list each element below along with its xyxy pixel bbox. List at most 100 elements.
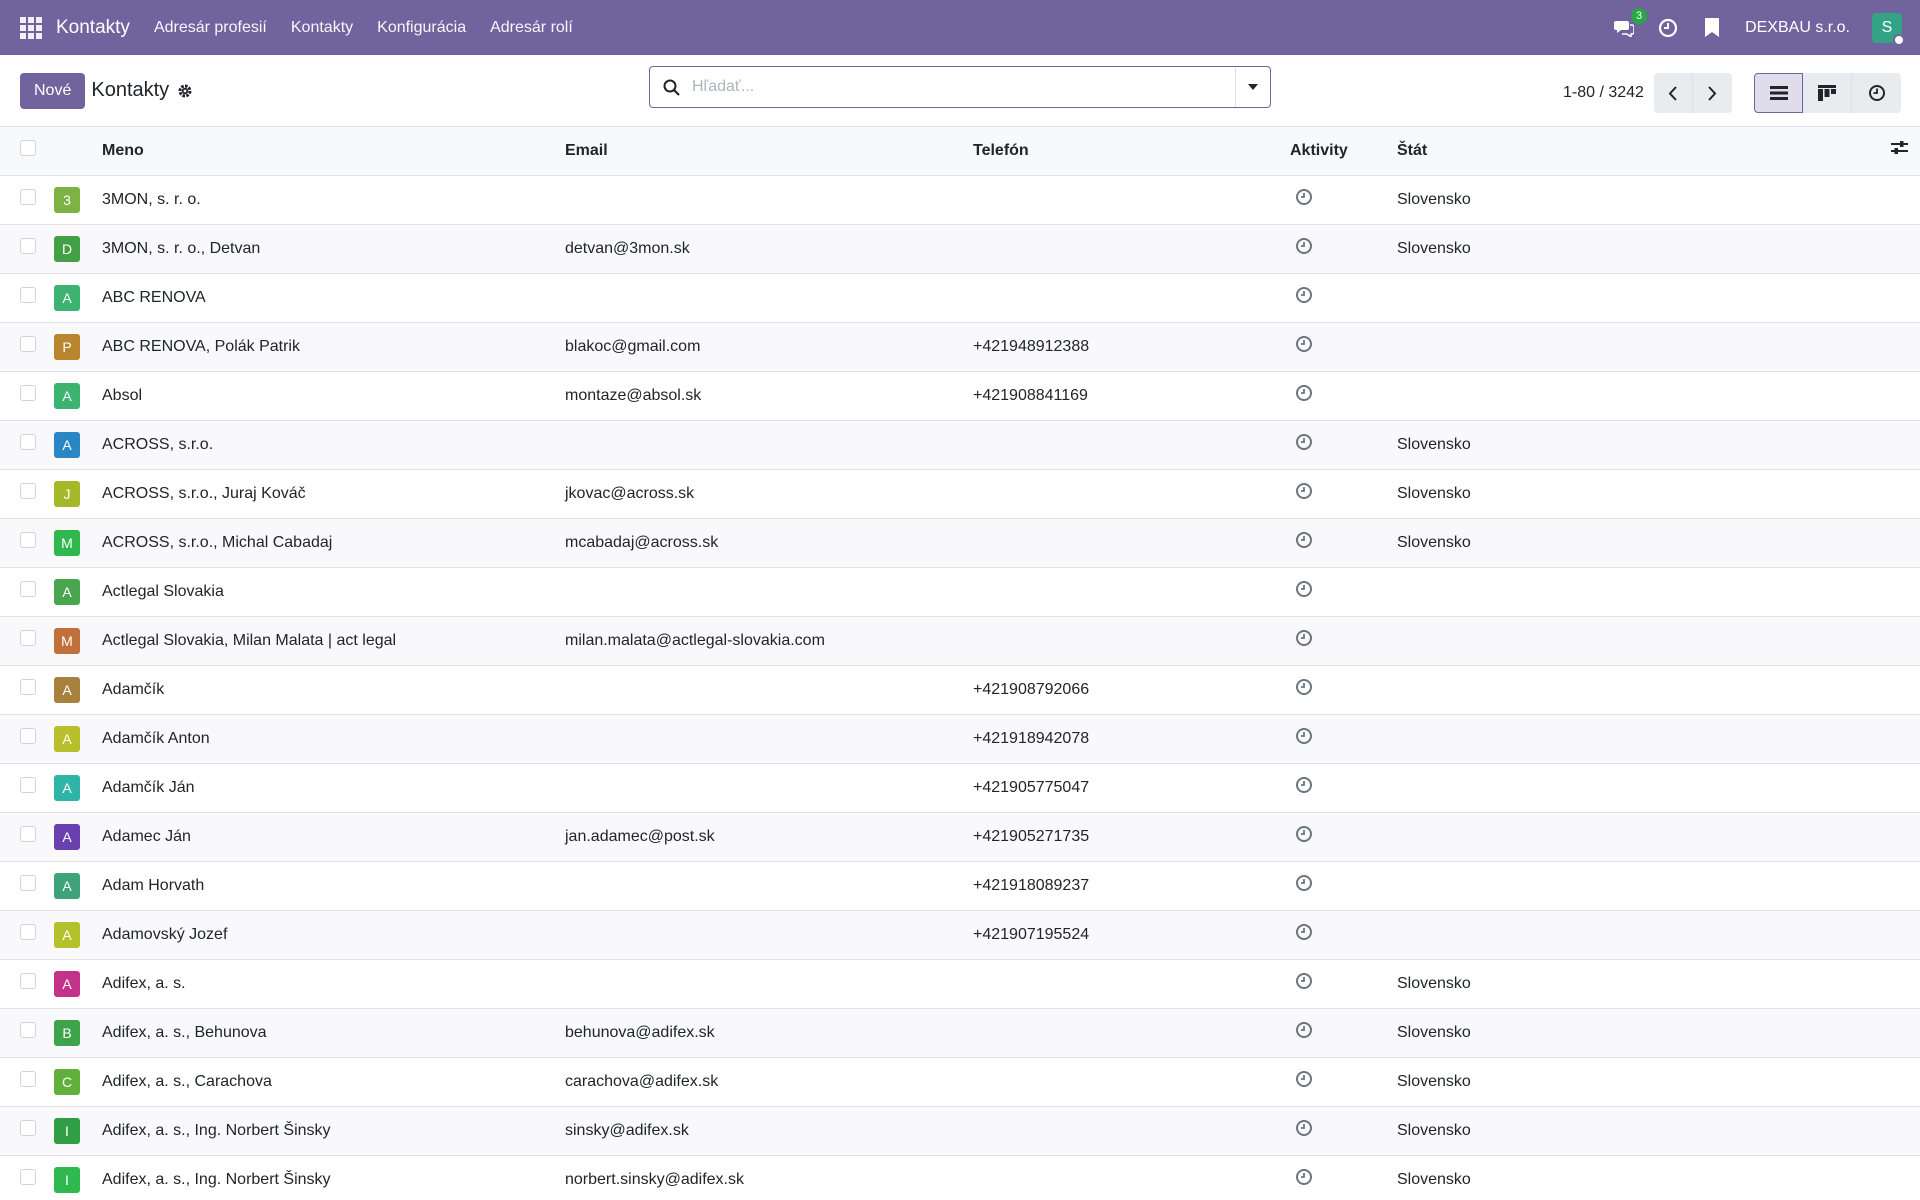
row-checkbox[interactable] <box>20 336 36 352</box>
bookmark-button[interactable] <box>1701 17 1723 39</box>
row-checkbox[interactable] <box>20 483 36 499</box>
cell-email[interactable] <box>565 910 973 959</box>
user-avatar[interactable]: S <box>1872 12 1905 46</box>
pager-next-button[interactable] <box>1692 73 1732 113</box>
cell-name[interactable]: Adamec Ján <box>100 812 565 861</box>
menu-konfiguracia[interactable]: Konfigurácia <box>377 19 466 37</box>
clock-icon[interactable] <box>1295 531 1313 554</box>
row-checkbox[interactable] <box>20 434 36 450</box>
clock-icon[interactable] <box>1295 433 1313 456</box>
cell-country[interactable]: Slovensko <box>1397 175 1880 224</box>
row-checkbox[interactable] <box>20 532 36 548</box>
clock-icon[interactable] <box>1295 237 1313 260</box>
cell-name[interactable]: ACROSS, s.r.o., Michal Cabadaj <box>100 518 565 567</box>
table-row[interactable]: J ACROSS, s.r.o., Juraj Kováč jkovac@acros… <box>0 469 1920 518</box>
cell-email[interactable] <box>565 714 973 763</box>
row-checkbox[interactable] <box>20 924 36 940</box>
clock-icon[interactable] <box>1295 727 1313 750</box>
cell-email[interactable]: sinsky@adifex.sk <box>565 1106 973 1155</box>
new-button[interactable]: Nové <box>20 72 86 109</box>
cell-name[interactable]: Adamčík Ján <box>100 763 565 812</box>
row-checkbox[interactable] <box>20 287 36 303</box>
cell-country[interactable]: Slovensko <box>1397 1106 1880 1155</box>
cell-phone[interactable]: +421907195524 <box>973 910 1290 959</box>
cell-email[interactable]: jkovac@across.sk <box>565 469 973 518</box>
cell-country[interactable] <box>1397 616 1880 665</box>
table-row[interactable]: A Adifex, a. s. Slovensko <box>0 959 1920 1008</box>
clock-icon[interactable] <box>1295 923 1313 946</box>
menu-adresar-profesii[interactable]: Adresár profesií <box>154 19 267 37</box>
row-checkbox[interactable] <box>20 679 36 695</box>
row-checkbox[interactable] <box>20 826 36 842</box>
clock-icon[interactable] <box>1295 1168 1313 1191</box>
table-row[interactable]: M Actlegal Slovakia, Milan Malata | act l… <box>0 616 1920 665</box>
row-checkbox[interactable] <box>20 385 36 401</box>
cell-phone[interactable] <box>973 420 1290 469</box>
table-row[interactable]: A Adamčík Anton +421918942078 <box>0 714 1920 763</box>
cell-phone[interactable] <box>973 616 1290 665</box>
row-checkbox[interactable] <box>20 777 36 793</box>
cell-country[interactable] <box>1397 371 1880 420</box>
clock-icon[interactable] <box>1295 335 1313 358</box>
gear-icon[interactable] <box>177 83 193 99</box>
cell-country[interactable] <box>1397 812 1880 861</box>
cell-email[interactable] <box>565 567 973 616</box>
apps-grid-icon[interactable] <box>20 16 42 39</box>
cell-country[interactable] <box>1397 567 1880 616</box>
cell-name[interactable]: ABC RENOVA <box>100 273 565 322</box>
cell-phone[interactable] <box>973 224 1290 273</box>
cell-country[interactable] <box>1397 861 1880 910</box>
clock-icon[interactable] <box>1295 1070 1313 1093</box>
pager-value[interactable]: 1-80 / 3242 <box>1563 84 1644 102</box>
clock-icon[interactable] <box>1295 188 1313 211</box>
cell-country[interactable]: Slovensko <box>1397 420 1880 469</box>
activity-view-button[interactable] <box>1852 73 1901 113</box>
pager-previous-button[interactable] <box>1653 73 1693 113</box>
cell-phone[interactable] <box>973 175 1290 224</box>
cell-country[interactable] <box>1397 322 1880 371</box>
cell-phone[interactable] <box>973 1008 1290 1057</box>
list-view-button[interactable] <box>1754 73 1803 113</box>
clock-icon[interactable] <box>1295 825 1313 848</box>
column-header-activities[interactable]: Aktivity <box>1290 127 1397 175</box>
cell-email[interactable]: detvan@3mon.sk <box>565 224 973 273</box>
cell-name[interactable]: Adifex, a. s., Carachova <box>100 1057 565 1106</box>
menu-kontakty[interactable]: Kontakty <box>291 19 353 37</box>
cell-country[interactable]: Slovensko <box>1397 1155 1880 1200</box>
table-row[interactable]: 3 3MON, s. r. o. Slovensko <box>0 175 1920 224</box>
cell-country[interactable] <box>1397 273 1880 322</box>
cell-email[interactable]: norbert.sinsky@adifex.sk <box>565 1155 973 1200</box>
clock-icon[interactable] <box>1295 384 1313 407</box>
cell-phone[interactable] <box>973 469 1290 518</box>
cell-name[interactable]: Adifex, a. s., Ing. Norbert Šinsky <box>100 1106 565 1155</box>
cell-phone[interactable]: +421918089237 <box>973 861 1290 910</box>
cell-country[interactable] <box>1397 665 1880 714</box>
cell-email[interactable]: jan.adamec@post.sk <box>565 812 973 861</box>
cell-phone[interactable] <box>973 1155 1290 1200</box>
column-header-country[interactable]: Štát <box>1397 127 1880 175</box>
cell-email[interactable]: mcabadaj@across.sk <box>565 518 973 567</box>
table-row[interactable]: A Actlegal Slovakia <box>0 567 1920 616</box>
table-row[interactable]: A Adamčík +421908792066 <box>0 665 1920 714</box>
row-checkbox[interactable] <box>20 728 36 744</box>
messages-button[interactable]: 3 <box>1613 7 1648 39</box>
cell-phone[interactable]: +421908792066 <box>973 665 1290 714</box>
activities-button[interactable] <box>1657 17 1679 39</box>
cell-email[interactable]: behunova@adifex.sk <box>565 1008 973 1057</box>
search-options-toggle[interactable] <box>1235 67 1270 107</box>
search-icon[interactable] <box>650 67 692 107</box>
row-checkbox[interactable] <box>20 1169 36 1185</box>
clock-icon[interactable] <box>1295 776 1313 799</box>
row-checkbox[interactable] <box>20 1120 36 1136</box>
cell-country[interactable] <box>1397 910 1880 959</box>
table-row[interactable]: A Absol montaze@absol.sk +421908841169 <box>0 371 1920 420</box>
cell-email[interactable]: blakoc@gmail.com <box>565 322 973 371</box>
menu-adresar-roli[interactable]: Adresár rolí <box>490 19 573 37</box>
clock-icon[interactable] <box>1295 629 1313 652</box>
row-checkbox[interactable] <box>20 630 36 646</box>
cell-phone[interactable]: +421918942078 <box>973 714 1290 763</box>
clock-icon[interactable] <box>1295 286 1313 309</box>
cell-name[interactable]: ACROSS, s.r.o. <box>100 420 565 469</box>
cell-phone[interactable] <box>973 1106 1290 1155</box>
cell-phone[interactable]: +421908841169 <box>973 371 1290 420</box>
